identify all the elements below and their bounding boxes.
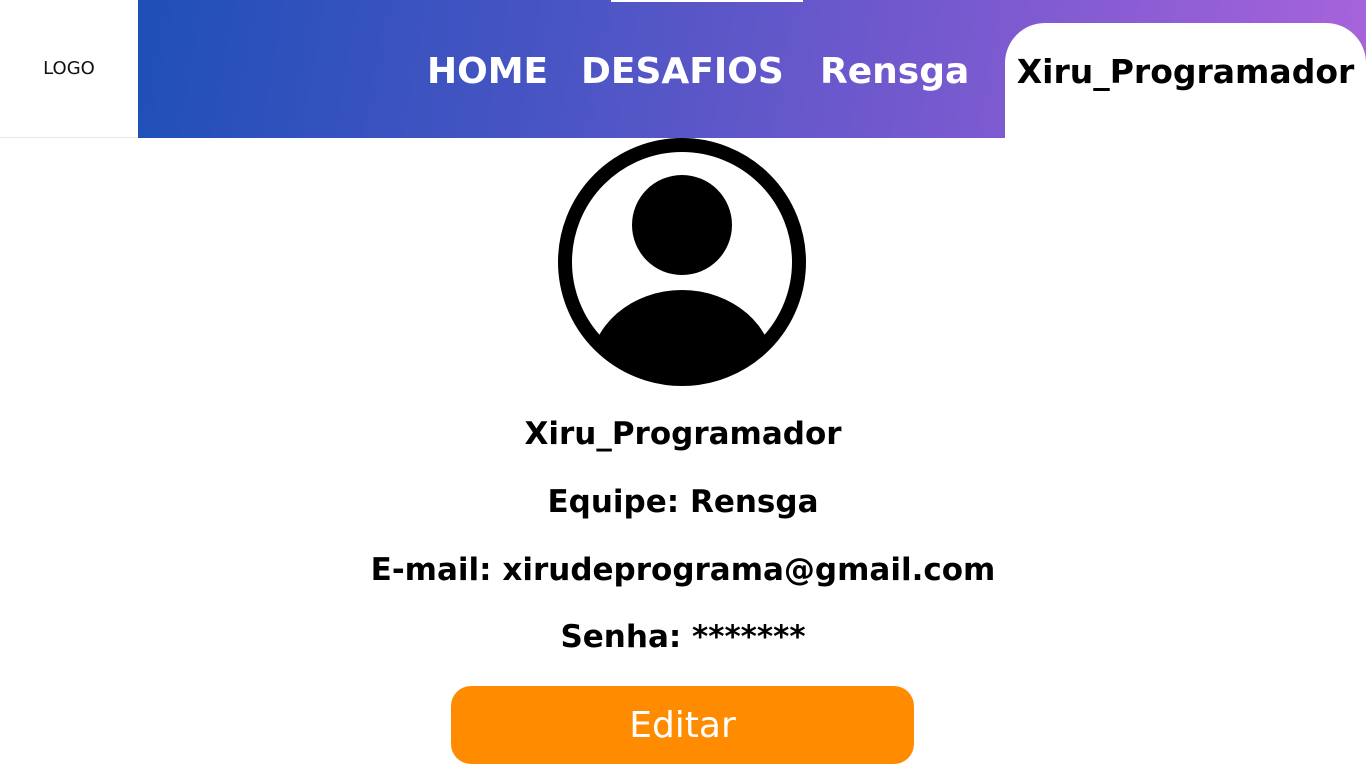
top-navbar: HOME DESAFIOS Rensga Xiru_Programador (138, 0, 1366, 138)
nav-desafios-link[interactable]: DESAFIOS (581, 48, 784, 96)
nav-home-link[interactable]: HOME (427, 48, 548, 96)
edit-button[interactable]: Editar (451, 686, 914, 764)
profile-team: Equipe: Rensga (547, 484, 819, 520)
logo[interactable]: LOGO (0, 0, 138, 138)
user-profile-tab-label: Xiru_Programador (1016, 52, 1355, 91)
user-profile-tab[interactable]: Xiru_Programador (1005, 23, 1366, 138)
edit-button-label: Editar (629, 704, 736, 746)
profile-email: E-mail: xirudeprograma@gmail.com (370, 552, 996, 588)
profile-username: Xiru_Programador (524, 416, 842, 452)
nav-team-link[interactable]: Rensga (820, 48, 969, 96)
nav-active-indicator (611, 0, 803, 2)
profile-password: Senha: ******* (560, 619, 806, 655)
logo-text: LOGO (43, 58, 95, 79)
user-circle-icon (558, 138, 806, 386)
